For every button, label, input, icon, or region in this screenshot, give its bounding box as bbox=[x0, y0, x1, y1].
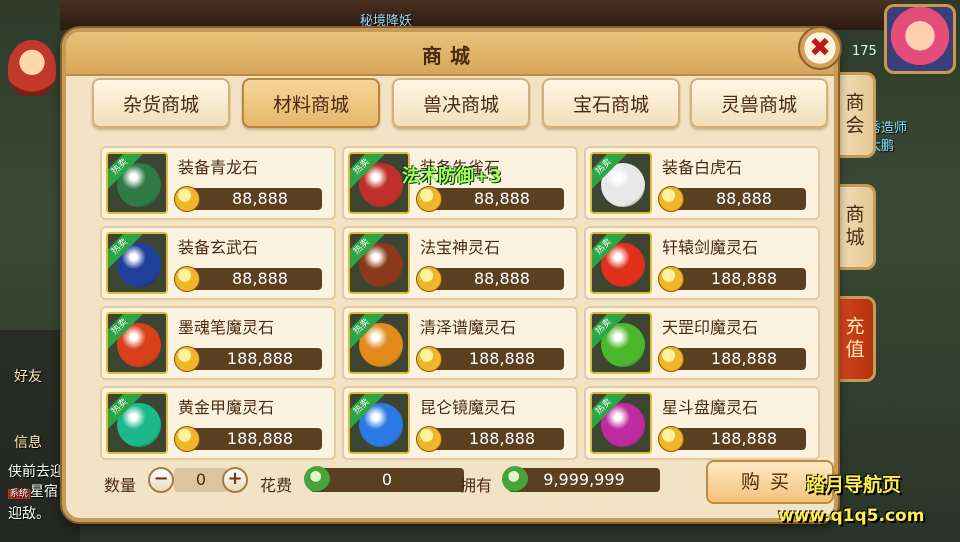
gold-coin-icon bbox=[174, 186, 200, 212]
gold-coin-icon bbox=[174, 426, 200, 452]
tab-general[interactable]: 杂货商城 bbox=[92, 78, 230, 128]
item-name: 轩辕剑魔灵石 bbox=[662, 238, 759, 257]
item-price: 88,888 bbox=[474, 189, 530, 208]
side-tab-guild[interactable]: 商会 bbox=[832, 72, 876, 158]
shop-tabs: 杂货商城 材料商城 兽决商城 宝石商城 灵兽商城 bbox=[92, 78, 828, 130]
shop-item[interactable]: 热卖 墨魂笔魔灵石 188,888 bbox=[100, 306, 336, 380]
item-icon: 热卖 bbox=[106, 152, 168, 214]
mascot-icon[interactable] bbox=[8, 40, 56, 96]
item-name: 星斗盘魔灵石 bbox=[662, 398, 759, 417]
item-name: 昆仑镜魔灵石 bbox=[420, 398, 517, 417]
side-tab-recharge[interactable]: 充值 bbox=[832, 296, 876, 382]
jade-currency-icon bbox=[502, 466, 528, 492]
gold-coin-icon bbox=[658, 426, 684, 452]
item-name: 装备玄武石 bbox=[178, 238, 259, 257]
side-tab-shop[interactable]: 商城 bbox=[832, 184, 876, 270]
tab-pets[interactable]: 灵兽商城 bbox=[690, 78, 828, 128]
shop-item[interactable]: 热卖 装备青龙石 88,888 bbox=[100, 146, 336, 220]
owned-label: 拥有 bbox=[460, 476, 493, 495]
map-banner: 秘境降妖 bbox=[360, 14, 413, 29]
friends-button[interactable]: 好友 bbox=[14, 366, 42, 386]
background-roof bbox=[60, 0, 900, 30]
tab-beast-skills[interactable]: 兽决商城 bbox=[392, 78, 530, 128]
messages-button[interactable]: 信息 bbox=[14, 432, 42, 452]
close-button[interactable]: ✖ bbox=[798, 26, 842, 70]
item-name: 墨魂笔魔灵石 bbox=[178, 318, 275, 337]
item-icon: 热卖 bbox=[106, 232, 168, 294]
plus-button[interactable]: + bbox=[222, 467, 248, 493]
item-icon: 热卖 bbox=[348, 312, 410, 374]
chat-tag: 系统 bbox=[8, 489, 31, 499]
gold-coin-icon bbox=[174, 346, 200, 372]
quantity-field[interactable]: 0 bbox=[174, 468, 228, 492]
gold-coin-icon bbox=[174, 266, 200, 292]
item-name: 装备青龙石 bbox=[178, 158, 259, 177]
gold-coin-icon bbox=[416, 266, 442, 292]
item-name: 天罡印魔灵石 bbox=[662, 318, 759, 337]
purchase-bar: 数量 − 0 + 花费 0 拥有 9,999,999 购买 bbox=[96, 460, 836, 514]
item-price: 188,888 bbox=[468, 429, 536, 448]
item-price: 88,888 bbox=[474, 269, 530, 288]
item-name: 清泽谱魔灵石 bbox=[420, 318, 517, 337]
item-name: 装备白虎石 bbox=[662, 158, 743, 177]
item-icon: 热卖 bbox=[348, 232, 410, 294]
item-price: 188,888 bbox=[710, 429, 778, 448]
panel-title: 商城 bbox=[422, 44, 478, 68]
chat-line-text: 星宿 bbox=[30, 484, 59, 500]
item-icon: 热卖 bbox=[106, 392, 168, 454]
gold-coin-icon bbox=[416, 426, 442, 452]
shop-item[interactable]: 热卖 天罡印魔灵石 188,888 bbox=[584, 306, 820, 380]
close-icon: ✖ bbox=[809, 33, 831, 63]
quantity-label: 数量 bbox=[104, 476, 137, 495]
shop-item[interactable]: 热卖 装备玄武石 88,888 bbox=[100, 226, 336, 300]
gold-coin-icon bbox=[658, 186, 684, 212]
floating-bonus-text: 法术防御+3 bbox=[402, 166, 502, 187]
item-icon: 热卖 bbox=[590, 392, 652, 454]
player-avatar[interactable] bbox=[884, 4, 956, 74]
item-icon: 热卖 bbox=[590, 312, 652, 374]
minus-button[interactable]: − bbox=[148, 467, 174, 493]
tab-materials[interactable]: 材料商城 bbox=[242, 78, 380, 128]
item-price: 88,888 bbox=[716, 189, 772, 208]
item-price: 188,888 bbox=[226, 349, 294, 368]
gold-coin-icon bbox=[658, 266, 684, 292]
item-name: 法宝神灵石 bbox=[420, 238, 501, 257]
player-counter: 175 bbox=[852, 44, 877, 59]
item-price: 88,888 bbox=[232, 189, 288, 208]
jade-currency-icon bbox=[304, 466, 330, 492]
shop-item[interactable]: 热卖 黄金甲魔灵石 188,888 bbox=[100, 386, 336, 460]
tab-gems[interactable]: 宝石商城 bbox=[542, 78, 680, 128]
shop-item[interactable]: 热卖 昆仑镜魔灵石 188,888 bbox=[342, 386, 578, 460]
shop-item[interactable]: 热卖 装备白虎石 88,888 bbox=[584, 146, 820, 220]
item-price: 88,888 bbox=[232, 269, 288, 288]
gold-coin-icon bbox=[658, 346, 684, 372]
shop-item[interactable]: 热卖 轩辕剑魔灵石 188,888 bbox=[584, 226, 820, 300]
item-price: 188,888 bbox=[710, 349, 778, 368]
item-icon: 热卖 bbox=[590, 232, 652, 294]
watermark-url: www.q1q5.com bbox=[778, 506, 925, 526]
shop-item[interactable]: 热卖 法宝神灵石 88,888 bbox=[342, 226, 578, 300]
watermark-title: 踏月导航页 bbox=[806, 474, 902, 496]
shop-panel: 商城 ✖ 杂货商城 材料商城 兽决商城 宝石商城 灵兽商城 热卖 装备青龙石 88,… bbox=[62, 26, 842, 522]
item-icon: 热卖 bbox=[106, 312, 168, 374]
item-icon: 热卖 bbox=[348, 152, 410, 214]
item-name: 黄金甲魔灵石 bbox=[178, 398, 275, 417]
cost-label: 花费 bbox=[260, 476, 293, 495]
shop-item[interactable]: 热卖 星斗盘魔灵石 188,888 bbox=[584, 386, 820, 460]
owned-field: 9,999,999 bbox=[508, 468, 660, 492]
item-icon: 热卖 bbox=[348, 392, 410, 454]
cost-field: 0 bbox=[310, 468, 464, 492]
item-icon: 热卖 bbox=[590, 152, 652, 214]
item-price: 188,888 bbox=[710, 269, 778, 288]
item-price: 188,888 bbox=[226, 429, 294, 448]
gold-coin-icon bbox=[416, 346, 442, 372]
gold-coin-icon bbox=[416, 186, 442, 212]
item-price: 188,888 bbox=[468, 349, 536, 368]
shop-item[interactable]: 热卖 清泽谱魔灵石 188,888 bbox=[342, 306, 578, 380]
item-grid: 热卖 装备青龙石 88,888 热卖 装备朱雀石 88,888 热卖 装备白虎石 88,888 热… bbox=[100, 146, 820, 460]
